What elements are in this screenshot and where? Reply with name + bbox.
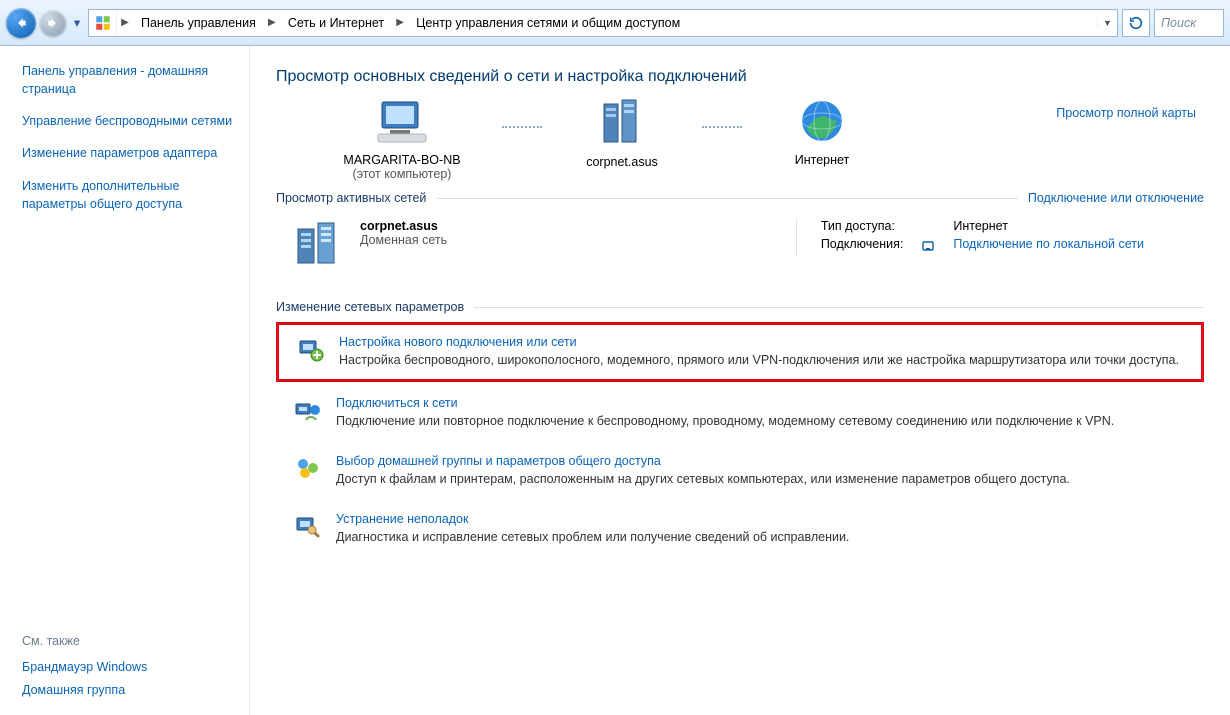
- breadcrumb-root-icon[interactable]: [89, 10, 117, 36]
- task-title[interactable]: Настройка нового подключения или сети: [339, 335, 1185, 349]
- ethernet-icon: [921, 239, 935, 256]
- map-node-internet[interactable]: Интернет: [752, 98, 892, 167]
- page-title: Просмотр основных сведений о сети и наст…: [276, 68, 1204, 86]
- domain-network-icon: [292, 219, 342, 272]
- task-desc: Доступ к файлам и принтерам, расположенн…: [336, 470, 1188, 488]
- breadcrumb-dropdown[interactable]: ▼: [1097, 18, 1117, 28]
- chevron-right-icon[interactable]: ▶: [264, 10, 280, 36]
- sidebar-link-wireless[interactable]: Управление беспроводными сетями: [22, 112, 235, 130]
- chevron-right-icon[interactable]: ▶: [117, 10, 133, 36]
- breadcrumb-item-control-panel[interactable]: Панель управления: [133, 10, 264, 36]
- active-networks-header: Просмотр активных сетей: [276, 191, 426, 205]
- computer-icon: [376, 98, 428, 147]
- chevron-right-icon[interactable]: ▶: [392, 10, 408, 36]
- map-computer-name: MARGARITA-BO-NB: [343, 153, 460, 167]
- task-troubleshoot[interactable]: Устранение неполадок Диагностика и испра…: [276, 502, 1204, 556]
- nav-back-button[interactable]: [6, 8, 36, 38]
- connection-link[interactable]: Подключение по локальной сети: [953, 237, 1144, 251]
- connect-network-icon: [294, 396, 322, 427]
- task-desc: Подключение или повторное подключение к …: [336, 412, 1188, 430]
- map-connector-icon: [702, 126, 742, 128]
- sidebar-footer-firewall[interactable]: Брандмауэр Windows: [22, 656, 235, 679]
- map-node-computer[interactable]: MARGARITA-BO-NB (этот компьютер): [312, 98, 492, 181]
- connections-label: Подключения:: [821, 237, 904, 251]
- task-connect-network[interactable]: Подключиться к сети Подключение или повт…: [276, 386, 1204, 440]
- active-network-name: corpnet.asus: [360, 219, 447, 233]
- map-internet-label: Интернет: [795, 153, 850, 167]
- map-network-name: corpnet.asus: [586, 155, 658, 169]
- breadcrumb-bar: ▶ Панель управления ▶ Сеть и Интернет ▶ …: [88, 9, 1118, 37]
- breadcrumb-item-network-internet[interactable]: Сеть и Интернет: [280, 10, 392, 36]
- content-pane: Просмотр основных сведений о сети и наст…: [250, 46, 1230, 715]
- new-connection-icon: [297, 335, 325, 366]
- breadcrumb-item-network-center[interactable]: Центр управления сетями и общим доступом: [408, 10, 688, 36]
- active-network-row: corpnet.asus Доменная сеть Тип доступа: …: [276, 211, 1204, 280]
- sidebar-link-home[interactable]: Панель управления - домашняя страница: [22, 62, 235, 98]
- full-map-link[interactable]: Просмотр полной карты: [1056, 106, 1196, 120]
- address-bar: ▾ ▶ Панель управления ▶ Сеть и Интернет …: [0, 0, 1230, 46]
- network-map: Просмотр полной карты MARGARITA-BO-NB (э…: [276, 98, 1204, 181]
- map-node-network[interactable]: corpnet.asus: [552, 98, 692, 169]
- troubleshoot-icon: [294, 512, 322, 543]
- server-rack-icon: [600, 98, 644, 149]
- nav-history-dropdown[interactable]: ▾: [70, 15, 84, 30]
- task-title[interactable]: Подключиться к сети: [336, 396, 1188, 410]
- sidebar-footer-homegroup[interactable]: Домашняя группа: [22, 679, 235, 702]
- task-desc: Диагностика и исправление сетевых пробле…: [336, 528, 1188, 546]
- task-desc: Настройка беспроводного, широкополосного…: [339, 351, 1185, 369]
- task-homegroup[interactable]: Выбор домашней группы и параметров общег…: [276, 444, 1204, 498]
- sidebar-link-sharing[interactable]: Изменить дополнительные параметры общего…: [22, 177, 235, 213]
- change-settings-header: Изменение сетевых параметров: [276, 300, 464, 314]
- sidebar-link-adapter[interactable]: Изменение параметров адаптера: [22, 144, 235, 162]
- homegroup-icon: [294, 454, 322, 485]
- access-type-value: Интернет: [953, 219, 1144, 233]
- active-network-type: Доменная сеть: [360, 233, 447, 247]
- refresh-button[interactable]: [1122, 9, 1150, 37]
- sidebar-see-also-header: См. также: [22, 634, 235, 648]
- globe-icon: [799, 98, 845, 147]
- nav-forward-button[interactable]: [40, 10, 66, 36]
- map-connector-icon: [502, 126, 542, 128]
- task-title[interactable]: Устранение неполадок: [336, 512, 1188, 526]
- sidebar: Панель управления - домашняя страница Уп…: [0, 46, 250, 715]
- task-setup-connection[interactable]: Настройка нового подключения или сети На…: [276, 322, 1204, 382]
- map-computer-sub: (этот компьютер): [353, 167, 452, 181]
- access-type-label: Тип доступа:: [821, 219, 904, 233]
- task-title[interactable]: Выбор домашней группы и параметров общег…: [336, 454, 1188, 468]
- connect-disconnect-link[interactable]: Подключение или отключение: [1028, 191, 1204, 205]
- search-input[interactable]: Поиск: [1154, 9, 1224, 37]
